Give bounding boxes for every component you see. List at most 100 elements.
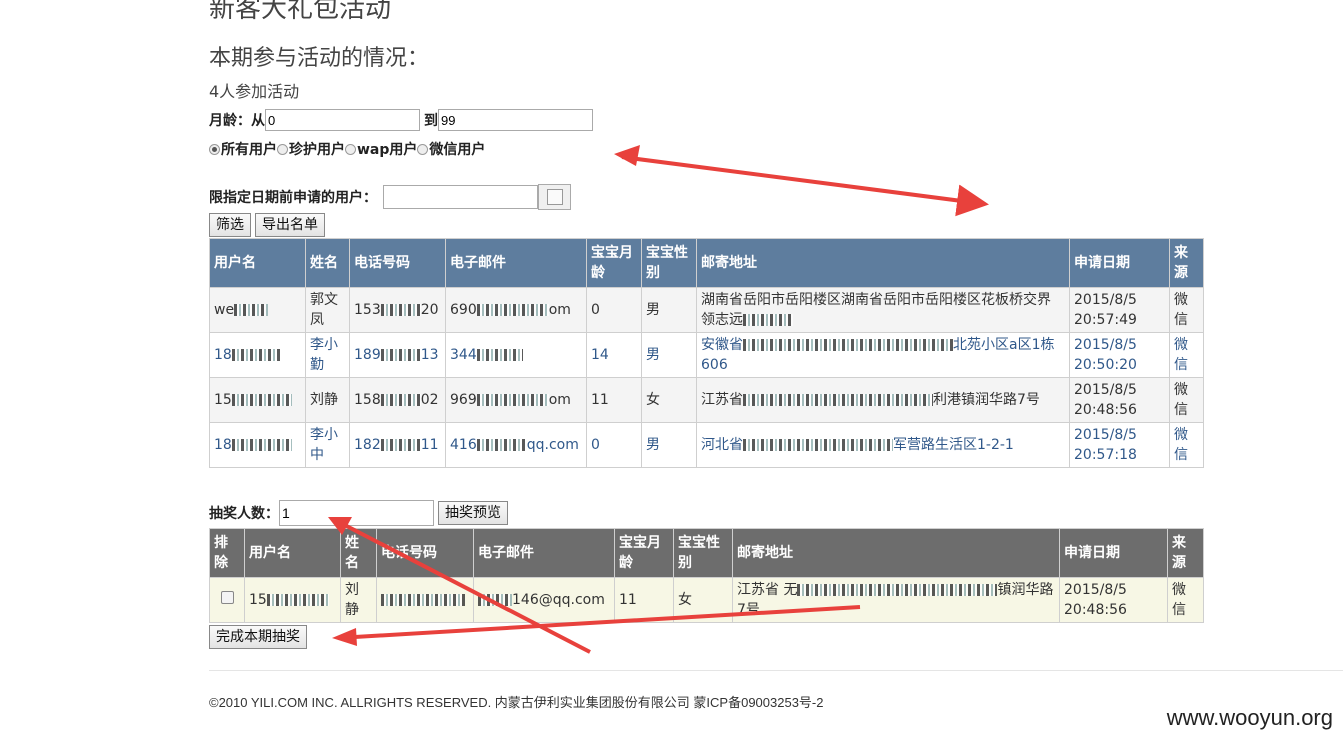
footer: ©2010 YILI.COM INC. ALLRIGHTS RESERVED. …: [209, 695, 824, 710]
age-from-input[interactable]: [265, 109, 420, 131]
redacted-blur: [743, 439, 893, 451]
arrow-to-user-types: [621, 155, 989, 217]
table-row: 15 刘静 158 02 969 om 11 女 江苏省 利港镇润华路7号 2015/…: [209, 377, 1204, 423]
email-cell: 146@qq.com: [512, 592, 605, 608]
source-cell: 微信: [1169, 377, 1204, 423]
lottery-table: 排除 用户名 姓名 电话号码 电子邮件 宝宝月龄 宝宝性别 邮寄地址 申请日期 …: [209, 528, 1204, 623]
user-cell: 15: [249, 592, 267, 608]
applicants-table: 用户名 姓名 电话号码 电子邮件 宝宝月龄 宝宝性别 邮寄地址 申请日期 来源 …: [209, 238, 1204, 468]
time-cell: 20:57:18: [1074, 447, 1137, 463]
redacted-blur: [743, 394, 933, 406]
name-cell: 李小勤: [305, 332, 350, 378]
name-cell: 李小中: [305, 422, 350, 468]
redacted-blur: [743, 339, 953, 351]
redacted-blur: [234, 304, 269, 316]
phone-prefix: 182: [354, 437, 381, 453]
lottery-controls: 抽奖人数： 抽奖预览: [209, 500, 508, 526]
header-address: 邮寄地址: [696, 238, 1070, 288]
date-cell: 2015/8/5: [1074, 292, 1137, 308]
header-date: 申请日期: [1059, 528, 1168, 578]
table-row: we 郭文凤 153 20 690 om 0 男 湖南省岳阳市岳阳楼区湖南省岳阳市岳…: [209, 287, 1204, 333]
table-header: 用户名 姓名 电话号码 电子邮件 宝宝月龄 宝宝性别 邮寄地址 申请日期 来源: [209, 238, 1204, 288]
user-cell: 18: [214, 437, 232, 453]
address-line: 利港镇润华路7号: [933, 392, 1040, 408]
filter-button[interactable]: 筛选: [209, 213, 251, 237]
name-cell: 郭文凤: [305, 287, 350, 333]
address-line: 军营路生活区1-2-1: [893, 437, 1014, 453]
redacted-blur: [380, 349, 421, 361]
filter-actions: 筛选 导出名单: [209, 213, 325, 237]
header-email: 电子邮件: [473, 528, 615, 578]
date-cell: 2015/8/5: [1064, 582, 1127, 598]
radio-label: 微信用户: [429, 142, 486, 158]
address-line: 河北省: [701, 437, 743, 453]
phone-suffix: 20: [420, 302, 439, 318]
header-baby-age: 宝宝月龄: [586, 238, 642, 288]
header-baby-gender: 宝宝性别: [673, 528, 733, 578]
date-cell: 2015/8/5: [1074, 337, 1137, 353]
source-cell: 微信: [1169, 287, 1204, 333]
address-line: 领志远: [701, 312, 743, 328]
exclude-checkbox[interactable]: [220, 591, 234, 604]
redacted-blur: [476, 349, 523, 361]
radio-wap-users[interactable]: [345, 143, 356, 155]
redacted-blur: [476, 394, 549, 406]
phone-suffix: 02: [420, 392, 439, 408]
email-suffix: om: [548, 392, 571, 408]
divider: [209, 670, 1343, 671]
radio-label: wap用户: [357, 142, 418, 158]
watermark: www.wooyun.org: [1166, 705, 1333, 730]
participant-count: 4人参加活动: [209, 82, 300, 101]
header-baby-gender: 宝宝性别: [641, 238, 697, 288]
redacted-blur: [743, 314, 793, 326]
radio-all-users[interactable]: [209, 143, 220, 155]
redacted-blur: [380, 439, 421, 451]
redacted-blur: [231, 349, 282, 361]
phone-prefix: 158: [354, 392, 381, 408]
redacted-blur: [381, 594, 465, 606]
address-line: 湖南省岳阳市岳阳楼区湖南省岳阳市岳阳楼区花板桥交界: [701, 292, 1051, 308]
lottery-count-label: 抽奖人数：: [209, 506, 279, 522]
address-line: 江苏省 无: [737, 582, 798, 598]
radio-care-users[interactable]: [277, 143, 288, 155]
lottery-count-input[interactable]: [279, 500, 434, 526]
age-label: 月龄：: [209, 113, 251, 129]
user-cell: 15: [214, 392, 232, 408]
time-cell: 20:48:56: [1064, 602, 1127, 618]
header-phone: 电话号码: [349, 238, 446, 288]
source-cell: 微信: [1169, 332, 1204, 378]
radio-wechat-users[interactable]: [417, 143, 429, 155]
redacted-blur: [797, 584, 998, 596]
export-button[interactable]: 导出名单: [255, 213, 325, 237]
age-cell: 11: [586, 377, 642, 423]
address-line: 江苏省: [701, 392, 743, 408]
age-to-input[interactable]: [438, 109, 593, 131]
email-suffix: qq.com: [526, 437, 579, 453]
age-cell: 0: [586, 287, 642, 333]
redacted-blur: [476, 304, 549, 316]
gender-cell: 女: [641, 377, 697, 423]
table-row: 18 李小勤 189 13 344 14 男 安徽省 北苑小区a区1栋606 201…: [209, 332, 1204, 378]
table-row: 15 刘静 146@qq.com 11 女 江苏省 无镇润华路7号 2015/8…: [209, 577, 1204, 623]
calendar-button[interactable]: [538, 184, 571, 210]
gender-cell: 男: [641, 332, 697, 378]
header-user: 用户名: [244, 528, 341, 578]
from-label: 从: [251, 113, 265, 129]
redacted-blur: [380, 394, 421, 406]
redacted-blur: [231, 439, 292, 451]
header-source: 来源: [1167, 528, 1204, 578]
name-cell: 刘静: [305, 377, 350, 423]
phone-suffix: 13: [420, 347, 439, 363]
lottery-preview-button[interactable]: 抽奖预览: [438, 501, 508, 525]
date-cell: 2015/8/5: [1074, 427, 1137, 443]
radio-label: 所有用户: [221, 142, 277, 158]
redacted-blur: [266, 594, 329, 606]
arrowhead: [614, 145, 640, 166]
email-prefix: 969: [450, 392, 477, 408]
source-cell: 微信: [1169, 422, 1204, 468]
age-cell: 0: [586, 422, 642, 468]
header-name: 姓名: [340, 528, 377, 578]
finish-lottery-button[interactable]: 完成本期抽奖: [209, 625, 307, 649]
header-date: 申请日期: [1069, 238, 1170, 288]
date-input[interactable]: [383, 185, 538, 209]
